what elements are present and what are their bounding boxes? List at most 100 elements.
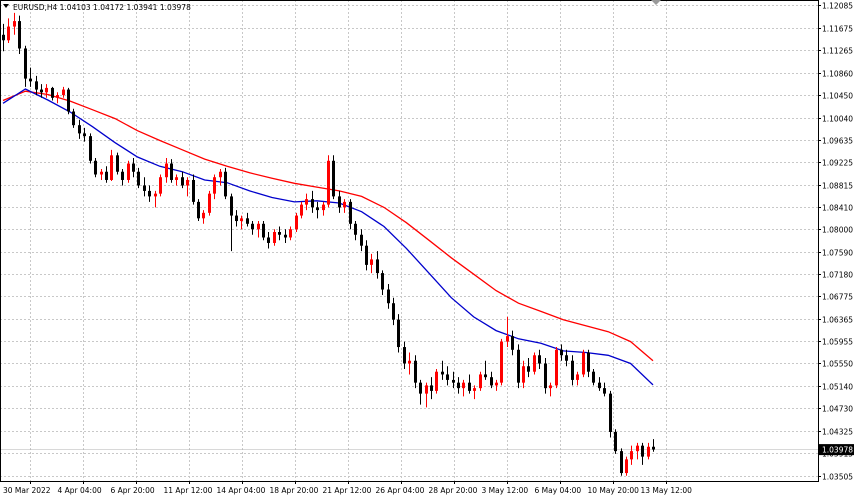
candle-body bbox=[251, 223, 254, 230]
candle bbox=[165, 158, 168, 183]
time-label: 6 May 04:00 bbox=[535, 486, 582, 495]
candle bbox=[636, 442, 639, 460]
candle bbox=[425, 382, 428, 408]
candle bbox=[517, 344, 520, 389]
candle-body bbox=[89, 136, 92, 161]
price-label: 1.11675 bbox=[822, 25, 853, 34]
candle-body bbox=[322, 204, 325, 211]
price-axis[interactable]: 1.12085 1.11675 1.11265 1.10860 1.10450 1.100… bbox=[818, 2, 853, 482]
candle-body bbox=[289, 229, 292, 238]
candle-body bbox=[370, 259, 373, 265]
time-axis[interactable]: 30 Mar 2022 4 Apr 04:00 6 Apr 20:00 11 Apr … bbox=[3, 481, 692, 495]
candle bbox=[24, 45, 27, 87]
candle-body bbox=[446, 374, 449, 380]
chart-window[interactable]: 1.12085 1.11675 1.11265 1.10860 1.10450 1.100… bbox=[0, 0, 854, 497]
price-label: 1.04325 bbox=[822, 428, 853, 437]
candle-body bbox=[555, 349, 558, 386]
candle bbox=[490, 371, 493, 389]
candle bbox=[278, 226, 281, 241]
candle bbox=[51, 86, 54, 101]
candle bbox=[387, 284, 390, 309]
price-label: 1.05550 bbox=[822, 360, 853, 369]
scroll-marker-icon[interactable] bbox=[651, 0, 661, 5]
candle-body bbox=[609, 393, 612, 432]
candle-body bbox=[571, 360, 574, 380]
candle-body bbox=[35, 81, 38, 90]
candle bbox=[175, 174, 178, 186]
candle-body bbox=[506, 336, 509, 342]
plot-border bbox=[0, 0, 819, 482]
candle bbox=[67, 87, 70, 115]
candle-body bbox=[273, 232, 276, 243]
candle-body bbox=[267, 237, 270, 243]
candle bbox=[224, 167, 227, 200]
candle-body bbox=[305, 199, 308, 205]
candle-body bbox=[500, 341, 503, 383]
time-label: 30 Mar 2022 bbox=[3, 486, 51, 495]
candle-body bbox=[40, 89, 43, 93]
candle bbox=[246, 212, 249, 227]
candle-body bbox=[170, 163, 173, 180]
candle bbox=[620, 448, 623, 476]
current-price-label: 1.03978 bbox=[822, 446, 853, 455]
candle-body bbox=[56, 95, 59, 98]
candle-body bbox=[538, 355, 541, 364]
chart-canvas[interactable]: 1.12085 1.11675 1.11265 1.10860 1.10450 1.100… bbox=[0, 0, 854, 497]
candle-body bbox=[219, 171, 222, 178]
candle-body bbox=[517, 349, 520, 383]
candle-body bbox=[392, 303, 395, 320]
candle bbox=[13, 12, 16, 35]
candle-body bbox=[105, 171, 108, 180]
candle bbox=[78, 119, 81, 139]
candle bbox=[230, 193, 233, 252]
price-label: 1.08000 bbox=[822, 226, 853, 235]
candle bbox=[143, 177, 146, 197]
candle bbox=[647, 442, 650, 460]
candle-body bbox=[397, 319, 400, 348]
candle-body bbox=[45, 87, 48, 93]
candle bbox=[197, 199, 200, 222]
candle bbox=[62, 86, 65, 98]
candle-body bbox=[100, 171, 103, 175]
candle bbox=[587, 349, 590, 378]
candle-body bbox=[235, 215, 238, 222]
candle bbox=[582, 349, 585, 378]
current-price-tag: 1.03978 bbox=[819, 444, 854, 456]
candle bbox=[137, 167, 140, 189]
candle bbox=[419, 379, 422, 405]
candle bbox=[213, 174, 216, 200]
candle bbox=[403, 341, 406, 369]
candle bbox=[262, 221, 265, 241]
candle-body bbox=[522, 366, 525, 383]
candle bbox=[462, 379, 465, 397]
candle-body bbox=[295, 215, 298, 230]
candle-body bbox=[473, 388, 476, 391]
candle-body bbox=[544, 363, 547, 389]
candle-body bbox=[78, 125, 81, 134]
candle bbox=[116, 152, 119, 175]
candle bbox=[154, 190, 157, 208]
candle bbox=[7, 18, 10, 44]
price-label: 1.07180 bbox=[822, 271, 853, 280]
candle-body bbox=[511, 336, 514, 350]
candle bbox=[457, 377, 460, 394]
candle bbox=[311, 190, 314, 213]
candle bbox=[571, 355, 574, 386]
price-label: 1.12085 bbox=[822, 2, 853, 11]
candle bbox=[354, 221, 357, 241]
candle bbox=[110, 149, 113, 182]
time-label: 18 Apr 20:00 bbox=[270, 486, 319, 495]
candle bbox=[609, 390, 612, 438]
candle bbox=[322, 201, 325, 216]
candle-body bbox=[560, 349, 563, 356]
candle-body bbox=[625, 459, 628, 474]
time-label: 14 Apr 04:00 bbox=[217, 486, 266, 495]
candle bbox=[267, 232, 270, 249]
candle bbox=[473, 385, 476, 400]
price-label: 1.07590 bbox=[822, 249, 853, 258]
candle bbox=[468, 374, 471, 394]
candle-body bbox=[592, 371, 595, 383]
price-label: 1.10450 bbox=[822, 92, 853, 101]
candle-body bbox=[311, 199, 314, 208]
price-label: 1.05955 bbox=[822, 338, 853, 347]
